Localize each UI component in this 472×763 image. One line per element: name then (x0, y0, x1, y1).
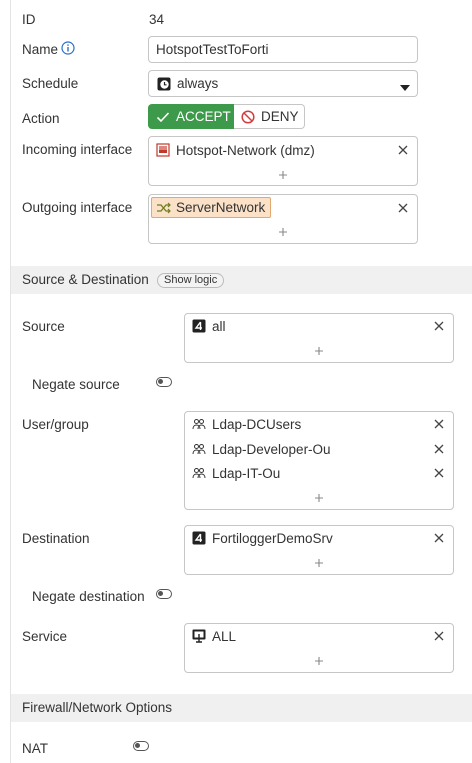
show-logic-button[interactable]: Show logic (157, 273, 225, 288)
destination-label: Destination (22, 531, 90, 546)
close-icon[interactable] (433, 532, 445, 544)
destination-value: FortiloggerDemoSrv (212, 530, 333, 546)
user-group-entry: Ldap-IT-Ou (192, 463, 280, 483)
deny-icon (241, 109, 255, 124)
negate-destination-label: Negate destination (32, 589, 145, 604)
source-field[interactable]: all (184, 313, 454, 363)
deny-button[interactable]: DENY (234, 104, 305, 129)
incoming-interface-value: Hotspot-Network (dmz) (176, 142, 315, 158)
outgoing-interface-tag: ServerNetwork (151, 197, 272, 218)
incoming-interface-field[interactable]: Hotspot-Network (dmz) (148, 136, 418, 186)
source-destination-section-header: Source & Destination (11, 266, 472, 294)
negate-source-label: Negate source (32, 377, 120, 392)
close-icon[interactable] (397, 202, 409, 214)
name-label: Name (22, 42, 59, 57)
destination-entry: FortiloggerDemoSrv (192, 528, 333, 548)
user-group-field[interactable]: Ldap-DCUsers Ldap-Developer-Ou Ldap-IT-O… (184, 411, 454, 510)
close-icon[interactable] (397, 144, 409, 156)
nat-toggle[interactable] (133, 741, 149, 751)
address-icon (192, 319, 206, 333)
id-value: 34 (149, 12, 165, 27)
users-icon (192, 466, 206, 480)
info-icon[interactable] (61, 41, 75, 55)
section-title: Source & Destination (22, 272, 149, 287)
service-label: Service (22, 629, 68, 644)
source-value: all (212, 318, 226, 334)
accept-button[interactable]: ACCEPT (148, 104, 234, 129)
user-group-entry: Ldap-Developer-Ou (192, 439, 331, 459)
add-destination-button[interactable] (313, 557, 325, 569)
firewall-options-section-header: Firewall/Network Options (11, 694, 472, 722)
add-outgoing-interface-button[interactable] (277, 226, 289, 238)
chevron-down-icon (400, 80, 410, 91)
id-label: ID (22, 12, 36, 27)
outgoing-interface-value: ServerNetwork (176, 200, 266, 215)
close-icon[interactable] (433, 443, 445, 455)
accept-label: ACCEPT (176, 109, 231, 124)
check-icon (156, 111, 170, 123)
user-group-entry: Ldap-DCUsers (192, 414, 301, 434)
users-icon (192, 442, 206, 456)
close-icon[interactable] (433, 320, 445, 332)
negate-source-toggle[interactable] (156, 377, 172, 387)
shuffle-icon (156, 202, 172, 214)
name-input-value: HotspotTestToForti (156, 42, 269, 57)
user-group-value: Ldap-DCUsers (212, 416, 302, 432)
user-group-label: User/group (22, 417, 89, 432)
schedule-label: Schedule (22, 76, 79, 91)
add-user-group-button[interactable] (313, 492, 325, 504)
negate-destination-toggle[interactable] (156, 589, 172, 599)
incoming-interface-label: Incoming interface (22, 142, 133, 157)
service-entry: ALL (192, 626, 236, 646)
source-entry: all (192, 316, 226, 336)
incoming-interface-entry: Hotspot-Network (dmz) (156, 140, 315, 160)
service-field[interactable]: ALL (184, 623, 454, 673)
nat-label: NAT (22, 741, 48, 756)
name-input[interactable]: HotspotTestToForti (148, 36, 418, 63)
section-title: Firewall/Network Options (22, 700, 173, 715)
user-group-value: Ldap-IT-Ou (212, 465, 281, 481)
close-icon[interactable] (433, 418, 445, 430)
deny-label: DENY (261, 109, 299, 124)
add-incoming-interface-button[interactable] (277, 169, 289, 181)
add-service-button[interactable] (313, 655, 325, 667)
users-icon (192, 417, 206, 431)
schedule-select[interactable]: always (148, 70, 418, 97)
destination-field[interactable]: FortiloggerDemoSrv (184, 525, 454, 575)
source-label: Source (22, 319, 65, 334)
interface-port-icon (156, 143, 170, 157)
service-icon (192, 629, 206, 643)
clock-icon (157, 77, 171, 91)
close-icon[interactable] (433, 630, 445, 642)
user-group-value: Ldap-Developer-Ou (212, 441, 331, 457)
address-icon (192, 531, 206, 545)
add-source-button[interactable] (313, 345, 325, 357)
outgoing-interface-label: Outgoing interface (22, 200, 133, 215)
action-label: Action (22, 111, 60, 126)
schedule-value: always (177, 76, 219, 91)
close-icon[interactable] (433, 467, 445, 479)
service-value: ALL (212, 628, 237, 644)
